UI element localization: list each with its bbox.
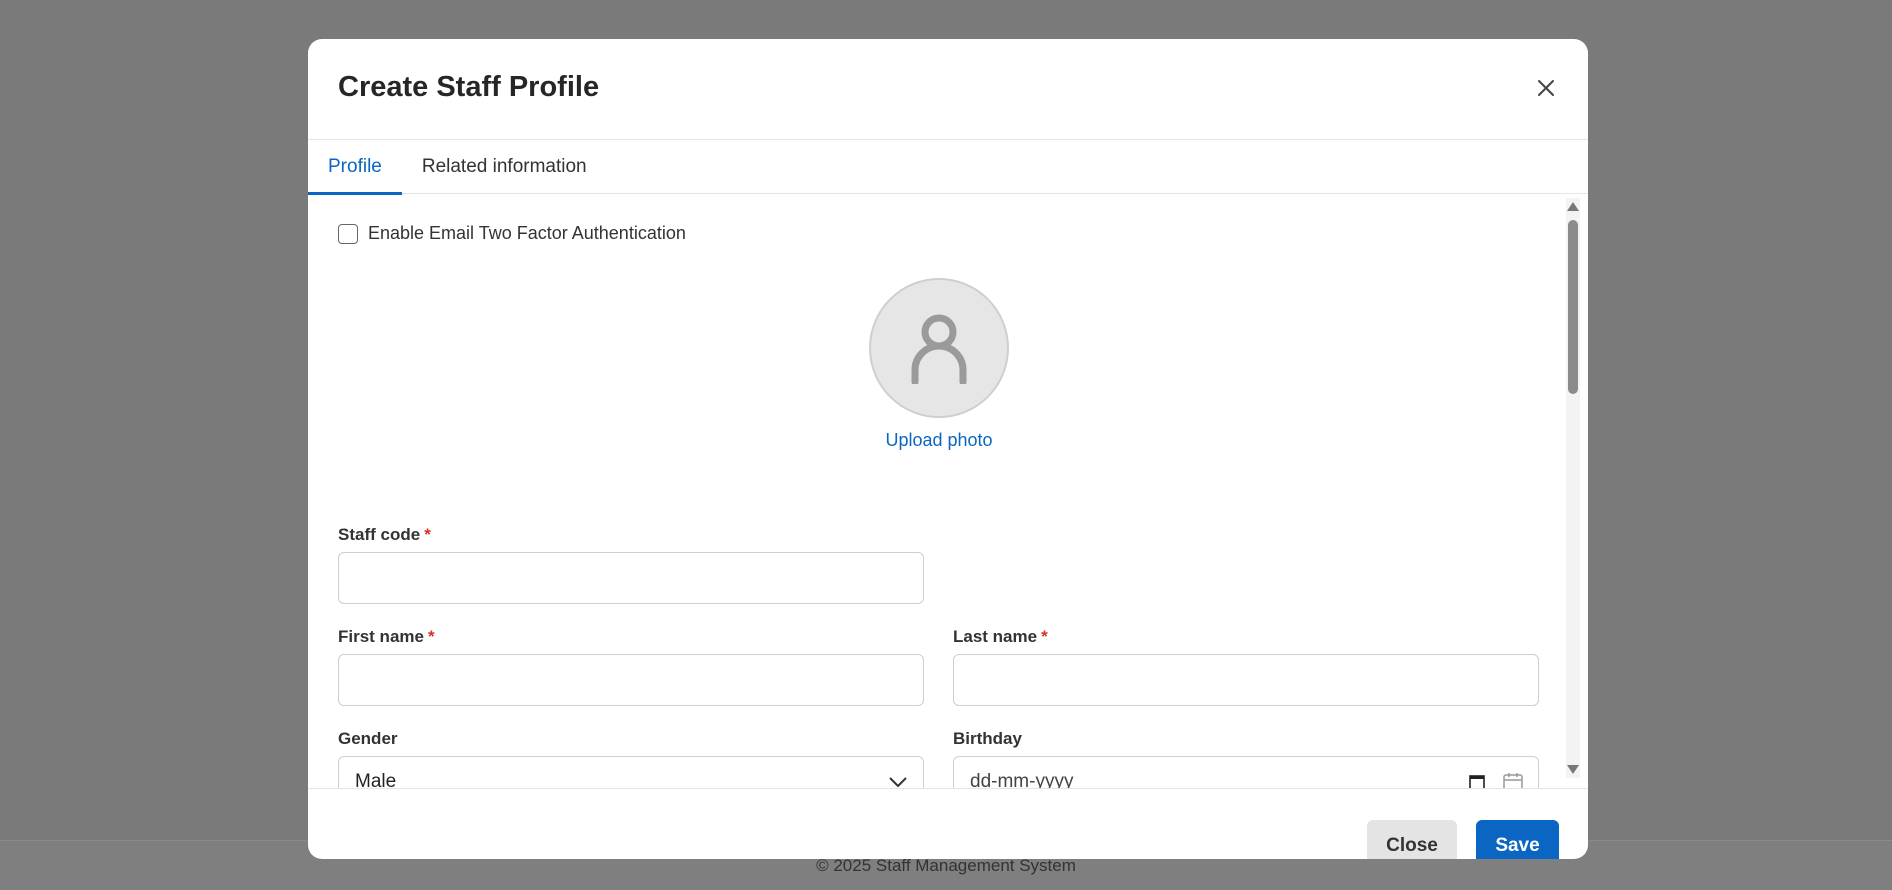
gender-select[interactable]: Male: [338, 756, 924, 788]
tab-related-information[interactable]: Related information: [402, 140, 607, 194]
last-name-label: Last name *: [953, 627, 1048, 647]
first-name-label: First name *: [338, 627, 435, 647]
staff-code-label: Staff code *: [338, 525, 431, 545]
birthday-input[interactable]: dd-mm-yyyy: [953, 756, 1539, 788]
save-button[interactable]: Save: [1476, 820, 1559, 859]
birthday-placeholder: dd-mm-yyyy: [970, 771, 1074, 788]
chevron-down-icon: [889, 777, 907, 788]
last-name-label-text: Last name: [953, 627, 1038, 646]
close-icon[interactable]: [1534, 76, 1558, 100]
first-name-label-text: First name: [338, 627, 424, 646]
first-name-input[interactable]: [338, 654, 924, 706]
modal-footer: Close Save: [308, 788, 1588, 859]
required-mark: *: [424, 525, 431, 544]
modal-title: Create Staff Profile: [338, 71, 600, 103]
modal-body-scrollbar[interactable]: [1566, 198, 1580, 778]
tab-related-information-label: Related information: [421, 156, 587, 177]
calendar-icon[interactable]: [1502, 771, 1524, 788]
modal-header: Create Staff Profile: [308, 39, 1588, 140]
upload-photo-link[interactable]: Upload photo: [308, 430, 1570, 451]
required-mark: *: [1041, 627, 1048, 646]
create-staff-modal: Create Staff Profile Profile Related inf…: [308, 39, 1588, 859]
two-factor-row: Enable Email Two Factor Authentication: [338, 223, 686, 244]
required-mark: *: [427, 627, 435, 646]
avatar[interactable]: [869, 278, 1009, 418]
staff-code-input[interactable]: [338, 552, 924, 604]
modal-body: Enable Email Two Factor Authentication U…: [308, 194, 1588, 788]
close-button[interactable]: Close: [1367, 820, 1457, 859]
user-icon: [911, 314, 967, 384]
scroll-thumb[interactable]: [1568, 220, 1578, 394]
tab-profile[interactable]: Profile: [308, 140, 402, 195]
birthday-label-text: Birthday: [953, 729, 1022, 748]
gender-value: Male: [355, 771, 397, 788]
two-factor-checkbox[interactable]: [338, 223, 358, 244]
gender-label: Gender: [338, 729, 398, 749]
calendar-picker-icon[interactable]: [1468, 773, 1486, 788]
scroll-down-icon[interactable]: [1567, 765, 1579, 774]
two-factor-label[interactable]: Enable Email Two Factor Authentication: [368, 223, 686, 244]
staff-code-label-text: Staff code: [338, 525, 421, 544]
modal-tabs: Profile Related information: [308, 140, 1588, 195]
last-name-input[interactable]: [953, 654, 1539, 706]
scroll-up-icon[interactable]: [1567, 202, 1579, 211]
gender-label-text: Gender: [338, 729, 398, 748]
birthday-label: Birthday: [953, 729, 1022, 749]
tab-profile-label: Profile: [328, 156, 382, 177]
